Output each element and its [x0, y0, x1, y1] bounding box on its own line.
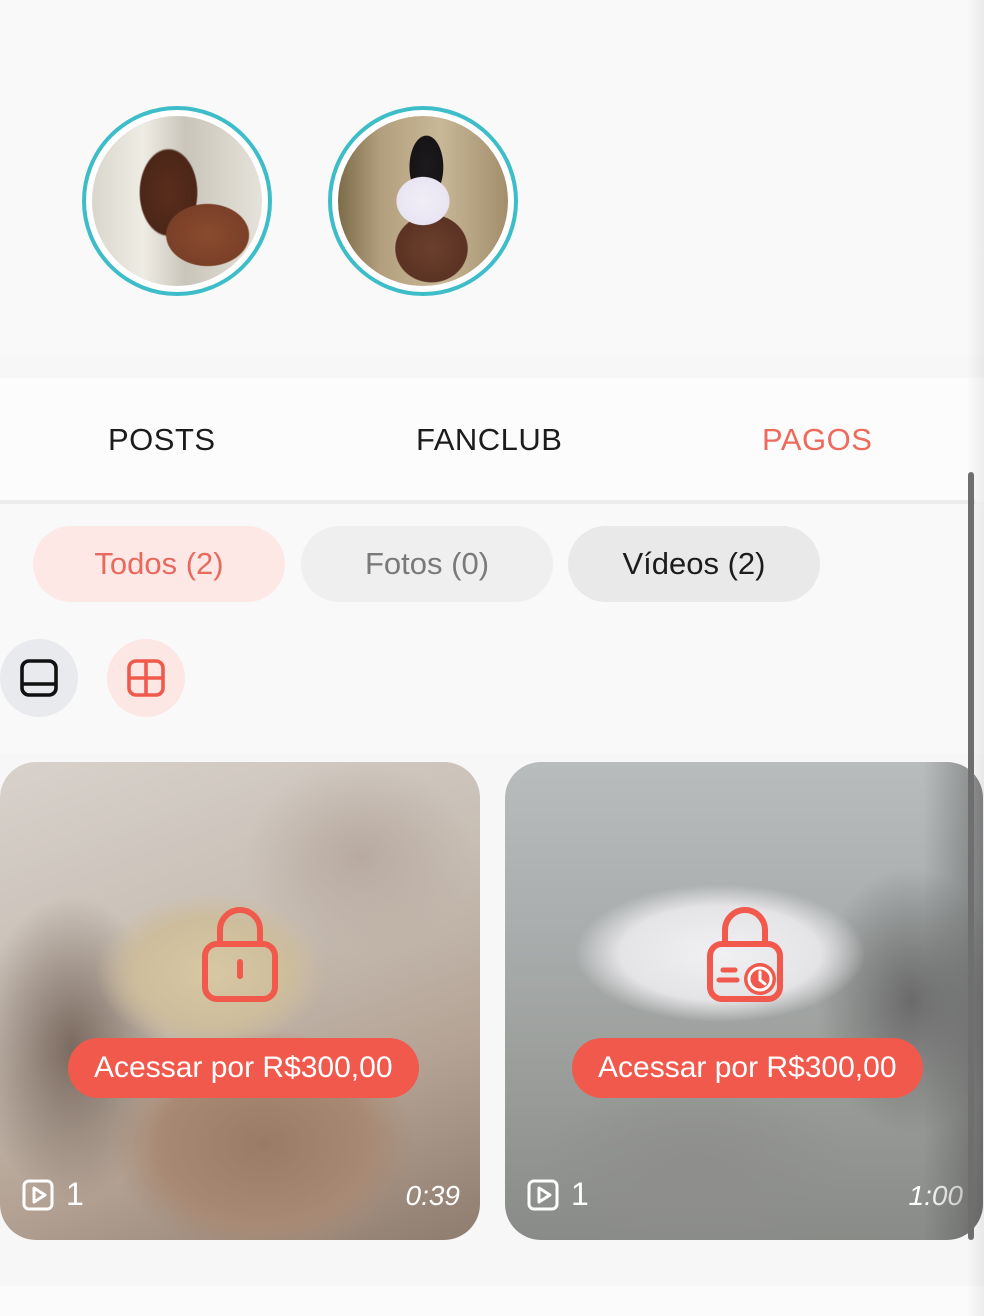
profile-tabs: POSTS FANCLUB PAGOS — [0, 378, 984, 502]
media-count: 1 — [22, 1176, 84, 1213]
filter-chip-todos[interactable]: Todos (2) — [33, 526, 285, 602]
tab-fanclub[interactable]: FANCLUB — [416, 422, 562, 458]
story-avatar-1[interactable] — [82, 106, 272, 296]
grid-icon — [127, 659, 165, 697]
single-column-icon — [20, 659, 58, 697]
stories-row — [0, 0, 984, 355]
video-duration: 1:00 — [908, 1180, 964, 1211]
lock-icon — [202, 907, 278, 1002]
paid-video-card[interactable]: Acessar por R$300,00 1 1:00 — [505, 762, 983, 1240]
view-grid-button[interactable] — [107, 639, 185, 717]
video-duration: 0:39 — [405, 1180, 461, 1211]
tab-pagos[interactable]: PAGOS — [762, 422, 872, 458]
bottom-spacer — [0, 1286, 984, 1316]
story-avatar-2[interactable] — [328, 106, 518, 296]
media-count-value: 1 — [571, 1176, 589, 1212]
media-count: 1 — [527, 1176, 589, 1213]
tab-posts[interactable]: POSTS — [108, 422, 216, 458]
story-thumbnail — [338, 116, 508, 286]
view-list-button[interactable] — [0, 639, 78, 717]
story-thumbnail — [92, 116, 262, 286]
play-icon — [527, 1179, 559, 1210]
filter-chip-fotos[interactable]: Fotos (0) — [301, 526, 553, 602]
unlock-price-button[interactable]: Acessar por R$300,00 — [572, 1038, 923, 1098]
lock-clock-icon — [707, 907, 783, 1002]
play-icon — [22, 1179, 54, 1210]
paid-video-card[interactable]: Acessar por R$300,00 1 0:39 — [0, 762, 480, 1240]
unlock-price-button[interactable]: Acessar por R$300,00 — [68, 1038, 419, 1098]
media-count-value: 1 — [66, 1176, 84, 1212]
scrollbar-thumb[interactable] — [968, 472, 974, 1240]
filter-chip-videos[interactable]: Vídeos (2) — [568, 526, 820, 602]
